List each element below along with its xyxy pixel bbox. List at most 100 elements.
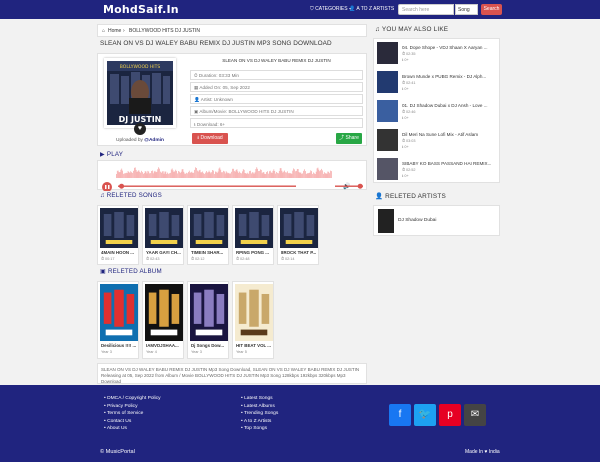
- download-button[interactable]: ⭳ Download: [192, 133, 228, 144]
- suggested-song[interactable]: SIBABY KO BASS PASSAND HAI REMIX... ⏱ 02:…: [377, 157, 497, 183]
- suggested-title[interactable]: 01. DJ Shadow Dubai x DJ Ansh - Love ...: [402, 103, 497, 108]
- breadcrumb-home[interactable]: Home: [108, 28, 121, 34]
- song-title[interactable]: RPING PONG ...: [236, 250, 273, 255]
- share-icon: ⤴: [339, 135, 345, 141]
- suggested-plays: ⭳ 0+: [402, 87, 409, 91]
- suggested-song[interactable]: Brown Munde x PUBG Remix - DJ Alph... ⏱ 0…: [377, 70, 497, 96]
- song-title[interactable]: TIMEIN SHAR...: [191, 250, 228, 255]
- song-thumbnail[interactable]: [100, 208, 138, 248]
- album-thumbnail[interactable]: [145, 284, 183, 341]
- clock-icon: ⏱: [194, 73, 198, 78]
- made-in: Made In ♥ India: [465, 449, 500, 455]
- waveform[interactable]: 🔊: [98, 161, 368, 192]
- footer-link[interactable]: • Contact Us: [104, 419, 131, 424]
- album-thumbnail[interactable]: [235, 284, 273, 341]
- footer-link[interactable]: • Latest Songs: [241, 396, 273, 401]
- footer-link[interactable]: • A to Z Artists: [241, 419, 271, 424]
- album-year: Year 4: [146, 350, 157, 354]
- related-songs-heading: ♫ RELETED SONGS: [100, 192, 162, 199]
- song-info-title: SLEAN ON VS DJ WALEY BABU REMIX DJ JUSTI…: [222, 58, 331, 63]
- album-title[interactable]: HIT BEAT VOL ...: [236, 343, 273, 348]
- seek-handle[interactable]: [119, 183, 125, 189]
- suggested-thumbnail[interactable]: [377, 71, 398, 93]
- suggested-plays: ⭳ 0+: [402, 145, 409, 149]
- related-song-card[interactable]: RPING PONG ... ⏱ 02:48: [232, 205, 274, 265]
- song-duration: ⏱ 02:43: [146, 257, 160, 261]
- pinterest-icon[interactable]: p: [439, 404, 461, 426]
- suggested-thumbnail[interactable]: [377, 42, 398, 64]
- footer-link[interactable]: • Terms of Service: [104, 411, 143, 416]
- related-artists-list: DJ Shadow Dubai: [373, 205, 500, 236]
- twitter-icon[interactable]: 🐦: [414, 404, 436, 426]
- music-icon: ♫: [375, 26, 380, 33]
- download-icon: ⭳: [197, 135, 200, 141]
- song-thumbnail[interactable]: [190, 208, 228, 248]
- facebook-icon[interactable]: f: [389, 404, 411, 426]
- share-button[interactable]: ⤴ Share: [336, 133, 362, 144]
- uploaded-by: Uploaded by @Admin: [116, 138, 164, 143]
- suggested-thumbnail[interactable]: [377, 100, 398, 122]
- song-thumbnail[interactable]: [145, 208, 183, 248]
- related-album-card[interactable]: HIT BEAT VOL ... Year 5: [232, 281, 274, 359]
- footer-link[interactable]: • Latest Albums: [241, 404, 275, 409]
- favorite-heart-icon[interactable]: ♥: [134, 123, 146, 135]
- breadcrumb-separator: ›: [123, 28, 125, 34]
- artist-name[interactable]: DJ Shadow Dubai: [398, 218, 436, 223]
- song-duration: ⏱ 02:12: [191, 257, 205, 261]
- album-year: Year 3: [191, 350, 202, 354]
- song-title[interactable]: YAAR GAYI CH...: [146, 250, 183, 255]
- search-scope-select[interactable]: Song: [455, 4, 478, 15]
- related-artists-heading: 👤 RELETED ARTISTS: [375, 193, 446, 200]
- related-song-card[interactable]: 8ROCK THAT P... ⏱ 02:14: [277, 205, 319, 265]
- suggested-title[interactable]: Brown Munde x PUBG Remix - DJ Alph...: [402, 74, 497, 79]
- song-thumbnail[interactable]: [235, 208, 273, 248]
- album-title[interactable]: Dj Songs Dow...: [191, 343, 228, 348]
- album-thumbnail[interactable]: [100, 284, 138, 341]
- footer-link[interactable]: • DMCA / Copyright Policy: [104, 396, 161, 401]
- categories-menu[interactable]: ⛉ CATEGORIES ▾: [310, 6, 351, 12]
- footer-link[interactable]: • About Us: [104, 426, 127, 431]
- song-duration: ⏱ 02:48: [236, 257, 250, 261]
- volume-handle[interactable]: [357, 183, 363, 189]
- song-title[interactable]: 8ROCK THAT P...: [281, 250, 318, 255]
- search-button[interactable]: Search: [481, 4, 502, 15]
- site-logo[interactable]: MohdSaif.In: [103, 3, 179, 16]
- artists-link[interactable]: 👤 A TO Z ARTISTS: [349, 6, 394, 12]
- uploader-link[interactable]: @Admin: [144, 138, 164, 143]
- suggested-song[interactable]: 01. DJ Shadow Dubai x DJ Ansh - Love ...…: [377, 99, 497, 125]
- suggested-title[interactable]: Dil Meri Na Sune Lofi Mix - Atif Aslam: [402, 132, 497, 137]
- footer-link[interactable]: • Privacy Policy: [104, 404, 138, 409]
- breadcrumb-current[interactable]: BOLLYWOOD HITS DJ JUSTIN: [129, 28, 200, 34]
- suggested-plays: ⭳ 0+: [402, 116, 409, 120]
- related-album-card[interactable]: Dj Songs Dow... Year 3: [187, 281, 229, 359]
- related-album-card[interactable]: Desilicious !!!! ... Year 3: [97, 281, 139, 359]
- suggested-song[interactable]: 04. Dope Shope - VDJ Shaan X Aaryan ... ⏱…: [377, 41, 497, 67]
- related-song-card[interactable]: TIMEIN SHAR... ⏱ 02:12: [187, 205, 229, 265]
- categories-label: CATEGORIES: [315, 6, 348, 12]
- footer-link[interactable]: • Trending Songs: [241, 411, 278, 416]
- footer-link[interactable]: • Top Songs: [241, 426, 267, 431]
- album-title[interactable]: IAMVDJSHAA...: [146, 343, 183, 348]
- play-button[interactable]: [102, 182, 112, 192]
- footer: [0, 385, 600, 462]
- downloads-row: ⭳ Download: 6+: [190, 118, 363, 128]
- suggested-song[interactable]: Dil Meri Na Sune Lofi Mix - Atif Aslam ⏱ …: [377, 128, 497, 154]
- album-title[interactable]: Desilicious !!!! ...: [101, 343, 138, 348]
- song-title[interactable]: 4MAIN HOON ...: [101, 250, 138, 255]
- album-thumbnail[interactable]: [190, 284, 228, 341]
- related-song-card[interactable]: YAAR GAYI CH... ⏱ 02:43: [142, 205, 184, 265]
- email-icon[interactable]: ✉: [464, 404, 486, 426]
- heart-icon: ♥: [484, 449, 488, 455]
- suggested-thumbnail[interactable]: [377, 129, 398, 151]
- suggested-title[interactable]: 04. Dope Shope - VDJ Shaan X Aaryan ...: [402, 45, 497, 50]
- suggested-thumbnail[interactable]: [377, 158, 398, 180]
- suggested-title[interactable]: SIBABY KO BASS PASSAND HAI REMIX...: [402, 161, 497, 166]
- seek-bar[interactable]: [118, 185, 296, 187]
- artist-avatar[interactable]: [378, 209, 394, 233]
- home-icon[interactable]: ⌂: [102, 28, 105, 34]
- related-song-card[interactable]: 4MAIN HOON ... ⏱ 00:17: [97, 205, 139, 265]
- calendar-icon: ▦: [194, 85, 199, 90]
- search-input[interactable]: Search here: [398, 4, 454, 15]
- related-album-card[interactable]: IAMVDJSHAA... Year 4: [142, 281, 184, 359]
- song-thumbnail[interactable]: [280, 208, 318, 248]
